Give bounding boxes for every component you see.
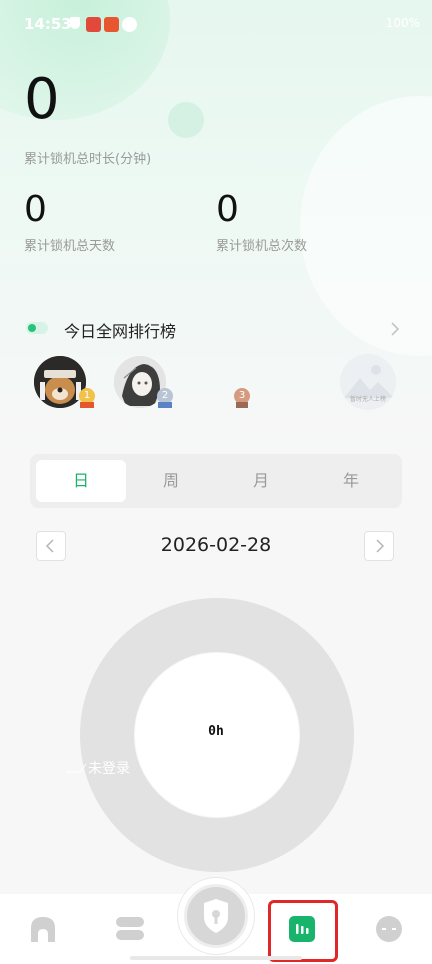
empty-rank-avatar: 暂时无人上榜	[340, 354, 396, 410]
previous-date-button[interactable]	[36, 531, 66, 561]
donut-center-label: 0h	[208, 724, 224, 739]
ranking-header[interactable]: 今日全网排行榜	[24, 318, 408, 342]
legend-leader-line	[66, 763, 87, 773]
total-count-label: 累计锁机总次数	[216, 239, 308, 254]
tab-year[interactable]: 年	[306, 460, 396, 502]
legend-label: 未登录	[88, 761, 130, 777]
total-days-label: 累计锁机总天数	[24, 239, 116, 254]
current-date: 2026-02-28	[160, 534, 272, 556]
next-date-button[interactable]	[364, 531, 394, 561]
status-bar: 14:53 100%	[0, 0, 432, 50]
total-minutes-value: 0	[24, 67, 60, 132]
decorative-bubble	[168, 102, 204, 138]
highlight-annotation	[268, 900, 338, 962]
chevron-right-icon	[391, 322, 400, 336]
app-notification-icon	[122, 17, 137, 32]
toggle-icon	[26, 322, 48, 334]
home-icon[interactable]	[28, 914, 58, 944]
app-notification-icon	[86, 17, 101, 32]
app-notification-icon	[104, 17, 119, 32]
home-indicator	[130, 956, 302, 960]
total-days-value: 0	[24, 189, 47, 230]
battery-percent: 100%	[385, 16, 420, 30]
rank-1-medal: 1	[78, 388, 96, 410]
decorative-bubble	[300, 96, 432, 356]
status-time: 14:53	[24, 15, 72, 33]
empty-avatar-caption: 暂时无人上榜	[349, 396, 386, 403]
total-minutes-label: 累计锁机总时长(分钟)	[24, 152, 152, 167]
chevron-right-icon	[376, 539, 385, 553]
period-tabs: 日 周 月 年	[30, 454, 402, 508]
shield-status-icon	[70, 17, 80, 29]
ranking-title: 今日全网排行榜	[64, 322, 177, 341]
lock-shield-icon	[204, 899, 228, 933]
tab-week[interactable]: 周	[126, 460, 216, 502]
tab-day[interactable]: 日	[36, 460, 126, 502]
layers-icon[interactable]	[114, 914, 146, 944]
total-count-value: 0	[216, 189, 239, 230]
rank-2-medal: 2	[156, 388, 174, 410]
lock-button[interactable]	[178, 878, 254, 954]
profile-face-icon[interactable]	[374, 914, 404, 944]
donut-legend: 未登录	[66, 756, 156, 780]
chevron-left-icon	[45, 539, 54, 553]
tab-month[interactable]: 月	[216, 460, 306, 502]
rank-3-medal: 3	[233, 388, 251, 410]
